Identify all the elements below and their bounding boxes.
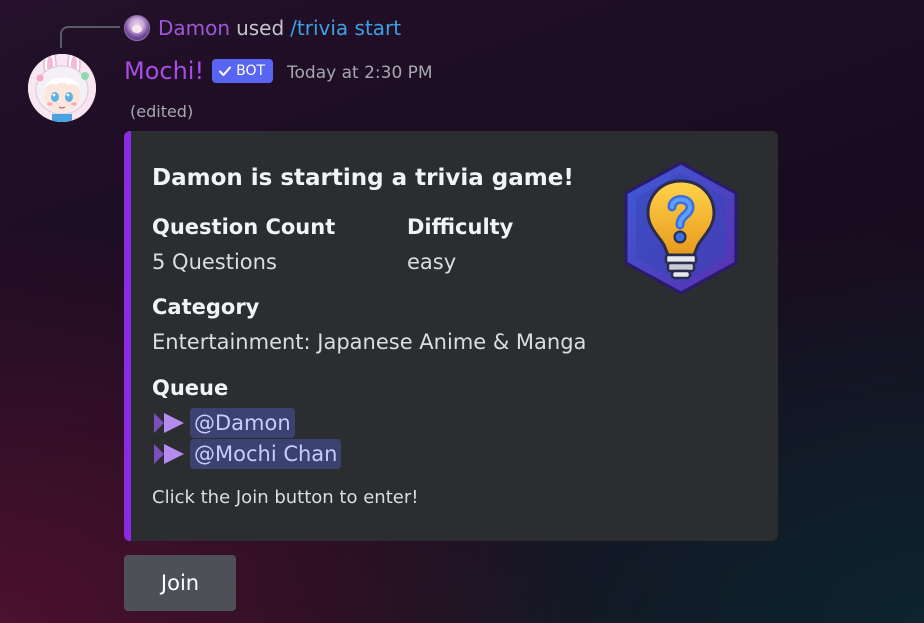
user-mention[interactable]: @Damon — [190, 408, 295, 438]
edited-indicator: (edited) — [130, 102, 194, 121]
reply-used-text: used — [236, 16, 285, 40]
queue-member-row: @Damon — [152, 407, 295, 439]
play-arrow-icon — [154, 444, 184, 464]
embed-title: Damon is starting a trivia game! — [152, 165, 574, 191]
field-question-count-value: 5 Questions — [152, 250, 277, 274]
checkmark-icon — [219, 66, 232, 76]
play-arrow-icon — [154, 413, 184, 433]
bot-badge: BOT — [212, 59, 274, 83]
trivia-lightbulb-question-icon[interactable] — [616, 159, 746, 299]
reply-user-avatar[interactable] — [124, 15, 150, 41]
reply-username[interactable]: Damon — [158, 16, 230, 40]
field-category-name: Category — [152, 295, 260, 319]
bot-username[interactable]: Mochi! — [124, 57, 204, 85]
join-button[interactable]: Join — [124, 555, 236, 611]
queue-member-row: @Mochi Chan — [152, 438, 342, 470]
reply-connector-line — [60, 26, 120, 48]
field-difficulty-name: Difficulty — [407, 215, 514, 239]
user-mention[interactable]: @Mochi Chan — [190, 439, 342, 469]
embed-accent-bar — [124, 131, 131, 541]
field-category-value: Entertainment: Japanese Anime & Manga — [152, 330, 587, 354]
reply-context[interactable]: Damon used /trivia start — [124, 14, 401, 42]
field-queue-name: Queue — [152, 376, 229, 400]
field-difficulty-value: easy — [407, 250, 457, 274]
trivia-embed: Damon is starting a trivia game! Questio… — [124, 131, 778, 541]
message-header: Mochi! BOT Today at 2:30 PM — [124, 56, 433, 86]
bot-avatar-image — [28, 54, 96, 122]
bot-avatar[interactable] — [28, 54, 96, 122]
field-question-count-name: Question Count — [152, 215, 336, 239]
message-timestamp[interactable]: Today at 2:30 PM — [287, 63, 433, 83]
reply-command[interactable]: /trivia start — [290, 16, 401, 40]
bot-badge-label: BOT — [236, 63, 266, 79]
embed-instruction-text: Click the Join button to enter! — [152, 487, 419, 508]
